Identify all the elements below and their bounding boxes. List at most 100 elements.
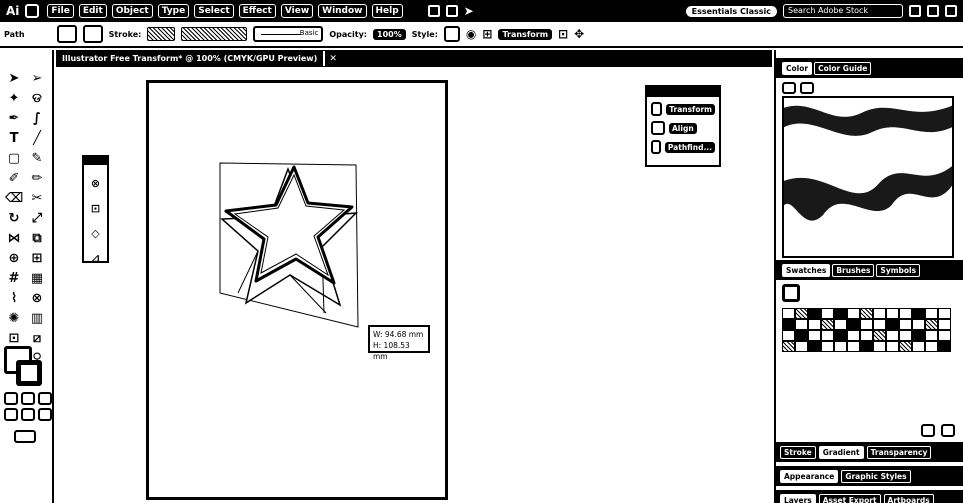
perspective-grid-tool-icon[interactable]: ⊞: [28, 250, 46, 267]
transform-panel-icon[interactable]: [651, 102, 663, 116]
stroke-swatch[interactable]: [82, 25, 103, 43]
swatch[interactable]: [912, 341, 925, 352]
swatch[interactable]: [821, 319, 834, 330]
home-icon[interactable]: [25, 4, 40, 18]
none-mode-icon[interactable]: [38, 392, 52, 405]
graphic-style-dropdown[interactable]: [443, 26, 460, 42]
new-swatch-icon[interactable]: [921, 424, 935, 437]
workspace-switcher[interactable]: Essentials Classic: [685, 5, 777, 17]
menu-edit[interactable]: Edit: [78, 4, 107, 18]
menu-select[interactable]: Select: [194, 4, 234, 18]
stroke-color-icon[interactable]: [16, 360, 42, 386]
stock-search-input[interactable]: Search Adobe Stock: [783, 4, 903, 18]
share-icon[interactable]: ➤: [464, 4, 474, 18]
scissors-tool-icon[interactable]: ✂: [28, 190, 46, 207]
eyedropper-tool-icon[interactable]: ⌇: [5, 290, 23, 307]
color-fill-swatch[interactable]: [782, 82, 796, 94]
width-tool-icon[interactable]: ⋈: [5, 230, 23, 247]
tab-graphic-styles[interactable]: Graphic Styles: [841, 469, 911, 483]
pencil-tool-icon[interactable]: ✏: [28, 170, 46, 187]
swatch[interactable]: [795, 319, 808, 330]
swatch[interactable]: [808, 308, 821, 319]
swatch[interactable]: [925, 319, 938, 330]
swatch[interactable]: [860, 308, 873, 319]
mesh-tool-icon[interactable]: #: [5, 270, 23, 287]
pathfinder-panel-button[interactable]: Pathfind...: [664, 141, 715, 153]
swatch[interactable]: [821, 341, 834, 352]
swatch[interactable]: [808, 319, 821, 330]
tab-swatches[interactable]: Swatches: [782, 263, 831, 277]
tab-color-guide[interactable]: Color Guide: [814, 61, 872, 75]
swatch[interactable]: [873, 308, 886, 319]
swatch[interactable]: [847, 319, 860, 330]
transform-panel-button[interactable]: Transform: [666, 103, 715, 115]
gradient-mode-icon[interactable]: [21, 392, 35, 405]
symbol-sprayer-tool-icon[interactable]: ✺: [5, 310, 23, 327]
free-distort-icon[interactable]: ⊿: [84, 252, 107, 265]
opacity-input[interactable]: 100%: [373, 28, 406, 40]
pen-tool-icon[interactable]: ✒: [5, 110, 23, 127]
swatch[interactable]: [873, 330, 886, 341]
fill-stroke-control[interactable]: [4, 346, 46, 388]
brush-definition-dropdown[interactable]: Basic: [253, 26, 324, 42]
menu-type[interactable]: Type: [157, 4, 190, 18]
swatch[interactable]: [873, 341, 886, 352]
swatch[interactable]: [938, 330, 951, 341]
swatch[interactable]: [782, 341, 795, 352]
swatch[interactable]: [834, 308, 847, 319]
draw-inside-icon[interactable]: [38, 408, 52, 421]
artboard-tool-icon[interactable]: ⊡: [5, 330, 23, 347]
align-panel-button[interactable]: Align: [669, 122, 697, 134]
swatch[interactable]: [886, 341, 899, 352]
align-icon[interactable]: ⊞: [482, 27, 492, 41]
type-tool-icon[interactable]: T: [5, 130, 23, 147]
blend-tool-icon[interactable]: ⊗: [28, 290, 46, 307]
arrange-documents-icon[interactable]: [427, 5, 440, 17]
swatch[interactable]: [795, 308, 808, 319]
menu-help[interactable]: Help: [371, 4, 403, 18]
swatch[interactable]: [847, 341, 860, 352]
draw-behind-icon[interactable]: [21, 408, 35, 421]
tab-color[interactable]: Color: [782, 61, 813, 75]
swatch[interactable]: [860, 330, 873, 341]
swatch[interactable]: [925, 341, 938, 352]
swatch[interactable]: [912, 319, 925, 330]
swatch[interactable]: [782, 319, 795, 330]
magic-wand-tool-icon[interactable]: ✦: [5, 90, 23, 107]
star-artwork[interactable]: [210, 155, 370, 335]
delete-swatch-icon[interactable]: [941, 424, 955, 437]
swatch[interactable]: [938, 341, 951, 352]
tab-transparency[interactable]: Transparency: [866, 445, 932, 459]
swatch[interactable]: [873, 319, 886, 330]
transform-button[interactable]: Transform: [498, 28, 553, 40]
column-graph-tool-icon[interactable]: ▥: [28, 310, 46, 327]
pathfinder-panel-icon[interactable]: [651, 140, 661, 154]
tab-appearance[interactable]: Appearance: [780, 469, 839, 483]
tab-stroke[interactable]: Stroke: [780, 445, 816, 459]
minimize-button[interactable]: [909, 5, 921, 17]
widget-header[interactable]: [84, 157, 107, 165]
swatch[interactable]: [795, 341, 808, 352]
swatch[interactable]: [795, 330, 808, 341]
swatch[interactable]: [782, 308, 795, 319]
swatch[interactable]: [821, 308, 834, 319]
swatch[interactable]: [899, 319, 912, 330]
panel-grip[interactable]: [647, 87, 719, 97]
maximize-button[interactable]: [927, 5, 939, 17]
swatch[interactable]: [782, 330, 795, 341]
line-tool-icon[interactable]: ╱: [28, 130, 46, 147]
swatch[interactable]: [834, 341, 847, 352]
swatch[interactable]: [847, 308, 860, 319]
swatch[interactable]: [912, 308, 925, 319]
close-tab-icon[interactable]: ✕: [325, 54, 337, 64]
swatch[interactable]: [912, 330, 925, 341]
swatch[interactable]: [925, 308, 938, 319]
align-panel-icon[interactable]: [651, 121, 665, 135]
swatch[interactable]: [886, 319, 899, 330]
menu-window[interactable]: Window: [318, 4, 367, 18]
menu-effect[interactable]: Effect: [238, 4, 276, 18]
swatch[interactable]: [899, 330, 912, 341]
color-stroke-swatch[interactable]: [800, 82, 814, 94]
menu-object[interactable]: Object: [111, 4, 153, 18]
shape-builder-tool-icon[interactable]: ⊕: [5, 250, 23, 267]
